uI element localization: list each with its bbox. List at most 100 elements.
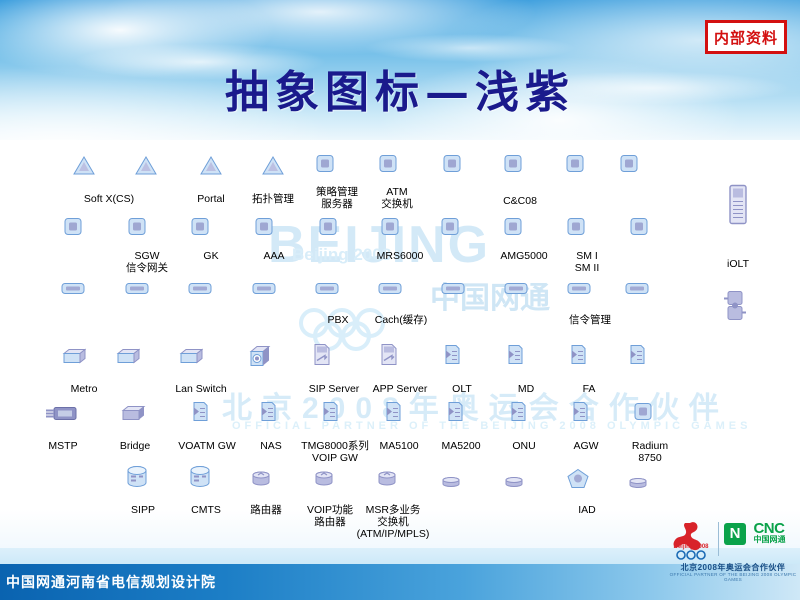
- sgw-label: SGW 信令网关: [126, 250, 168, 274]
- mrs6000-icon[interactable]: [381, 218, 399, 241]
- cyl-icon-7[interactable]: [505, 475, 523, 493]
- flat-icon-2[interactable]: [125, 282, 149, 301]
- svg-text:Beijing 2008: Beijing 2008: [673, 544, 709, 550]
- sgw-icon[interactable]: [128, 218, 146, 241]
- sm-label: SM I SM II: [574, 250, 600, 274]
- cnc-logo: N CNC 中国网通: [724, 520, 785, 545]
- flat-icon-1[interactable]: [61, 282, 85, 301]
- msr-switch-icon[interactable]: [377, 471, 397, 491]
- olt-label: OLT: [452, 383, 472, 395]
- purple-node-icon[interactable]: [723, 291, 747, 326]
- footer-label: 中国网通河南省电信规划设计院: [6, 575, 216, 591]
- fa-icon[interactable]: [569, 345, 587, 370]
- amg5000-label: AMG5000: [500, 250, 548, 262]
- sipp-icon[interactable]: [126, 466, 148, 493]
- iad-label: IAD: [578, 504, 596, 516]
- flat-icon-10[interactable]: [625, 282, 649, 301]
- cach-label: Cach(缓存): [374, 314, 428, 326]
- router-icon[interactable]: [251, 471, 271, 491]
- cmts-label: CMTS: [191, 504, 221, 516]
- portal-label: Portal: [197, 193, 225, 205]
- metro-icon[interactable]: [60, 348, 87, 371]
- logo-divider: [718, 522, 719, 556]
- cyl-icon-6[interactable]: [442, 475, 460, 493]
- bridge-label: Bridge: [119, 440, 151, 452]
- msr-switch-label: MSR多业务 交换机 (ATM/IP/MPLS): [356, 504, 430, 540]
- router-label: 路由器: [250, 504, 282, 516]
- cc08-icon[interactable]: [504, 155, 522, 178]
- pbx-label: PBX: [327, 314, 349, 326]
- voatm-gw-label: VOATM GW: [178, 440, 236, 452]
- flat-icon-4[interactable]: [252, 282, 276, 301]
- soft-x-cs-icon[interactable]: [73, 156, 95, 180]
- ma5100-label: MA5100: [379, 440, 419, 452]
- cnc-mark-icon: N: [724, 522, 746, 545]
- policy-server-icon[interactable]: [316, 155, 334, 178]
- atm-switch-icon[interactable]: [379, 155, 397, 178]
- square-icon-6[interactable]: [620, 155, 638, 178]
- cc08-label: C&C08: [503, 195, 537, 207]
- sip-server-icon[interactable]: [313, 344, 331, 371]
- olt-icon[interactable]: [443, 345, 461, 370]
- square-icon-11[interactable]: [319, 218, 337, 241]
- square-icon-3[interactable]: [443, 155, 461, 178]
- beijing-2008-logo-icon: Beijing 2008: [673, 522, 709, 560]
- sm-icon[interactable]: [567, 218, 585, 241]
- square-icon-13[interactable]: [441, 218, 459, 241]
- voip-router-label: VOIP功能 路由器: [306, 504, 354, 528]
- partner-logos: Beijing 2008 N CNC 中国网通 北京2008年奥运会合作伙伴 O…: [668, 520, 798, 582]
- gk-icon[interactable]: [191, 218, 209, 241]
- agw-icon[interactable]: [571, 402, 589, 427]
- flat-icon-8[interactable]: [504, 282, 528, 301]
- nas-label: NAS: [260, 440, 282, 452]
- app-server-icon[interactable]: [380, 344, 398, 371]
- agw-label: AGW: [573, 440, 599, 452]
- mstp-label: MSTP: [48, 440, 78, 452]
- radium8750-icon[interactable]: [634, 403, 652, 426]
- lan-switch-icon[interactable]: [177, 348, 204, 371]
- box3d-icon-2[interactable]: [114, 348, 141, 371]
- pbx-icon[interactable]: [315, 282, 339, 301]
- tag-icon-4[interactable]: [628, 345, 646, 370]
- radium8750-label: Radium 8750: [631, 440, 669, 464]
- portal-icon[interactable]: [200, 156, 222, 180]
- cnc-logo-en: CNC: [753, 520, 785, 537]
- ma5200-icon[interactable]: [446, 402, 464, 427]
- flat-icon-3[interactable]: [188, 282, 212, 301]
- square-icon-5[interactable]: [566, 155, 584, 178]
- square-icon-7[interactable]: [64, 218, 82, 241]
- iolt-label: iOLT: [727, 258, 749, 270]
- triangle-icon-2[interactable]: [135, 156, 157, 180]
- topology-mgmt-label: 拓扑管理: [252, 193, 294, 205]
- mstp-icon[interactable]: [45, 406, 79, 427]
- bridge-icon[interactable]: [120, 405, 146, 428]
- tmg8000-icon[interactable]: [321, 402, 339, 427]
- voatm-gw-icon[interactable]: [191, 402, 209, 427]
- amg5000-icon[interactable]: [504, 218, 522, 241]
- md-icon[interactable]: [506, 345, 524, 370]
- ma5100-icon[interactable]: [384, 402, 402, 427]
- atm-switch-label: ATM 交换机: [381, 186, 413, 210]
- app-server-label: APP Server: [372, 383, 428, 395]
- flat-icon-7[interactable]: [441, 282, 465, 301]
- iad-icon[interactable]: [567, 468, 589, 494]
- onu-icon[interactable]: [509, 402, 527, 427]
- signal-mgmt-icon[interactable]: [567, 282, 591, 301]
- cach-icon[interactable]: [378, 282, 402, 301]
- cube-icon[interactable]: [248, 345, 272, 374]
- aaa-icon[interactable]: [255, 218, 273, 241]
- iolt-icon[interactable]: [728, 184, 748, 230]
- cmts-icon[interactable]: [189, 466, 211, 493]
- sipp-label: SIPP: [131, 504, 155, 516]
- policy-server-label: 策略管理 服务器: [316, 186, 358, 210]
- nas-icon[interactable]: [259, 402, 277, 427]
- cyl-icon-9[interactable]: [629, 476, 647, 494]
- square-icon-16[interactable]: [630, 218, 648, 241]
- gk-label: GK: [203, 250, 219, 262]
- lan-switch-label: Lan Switch: [175, 383, 227, 395]
- metro-label: Metro: [70, 383, 98, 395]
- signal-mgmt-label: 信令管理: [569, 314, 611, 326]
- voip-router-icon[interactable]: [314, 471, 334, 491]
- sip-server-label: SIP Server: [308, 383, 360, 395]
- topology-mgmt-icon[interactable]: [262, 156, 284, 180]
